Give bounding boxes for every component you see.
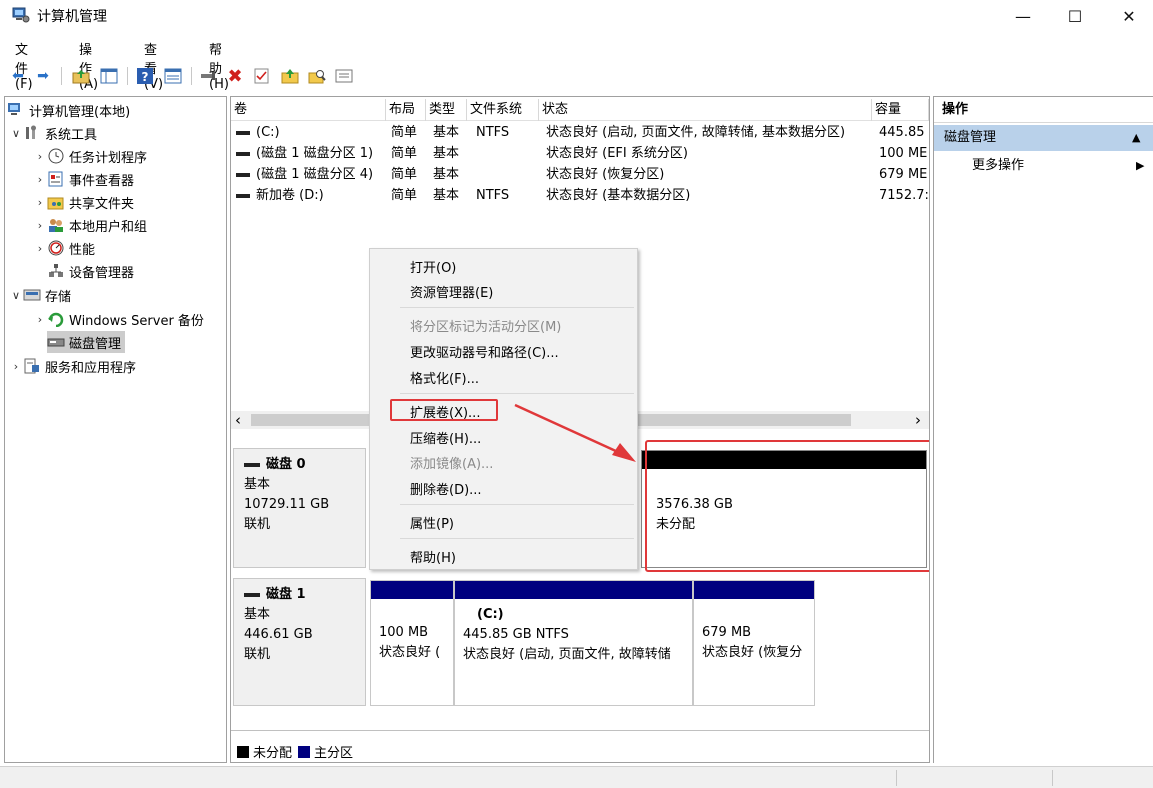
- status-divider: [1052, 770, 1053, 786]
- status-bar: [0, 766, 1153, 788]
- computer-management-window: 计算机管理 — ☐ ✕ 文件(F) 操作(A) 查看(V) 帮助(H) ⬅ ➡ …: [0, 0, 1153, 788]
- annotation-arrow: [514, 403, 636, 462]
- status-divider: [896, 770, 897, 786]
